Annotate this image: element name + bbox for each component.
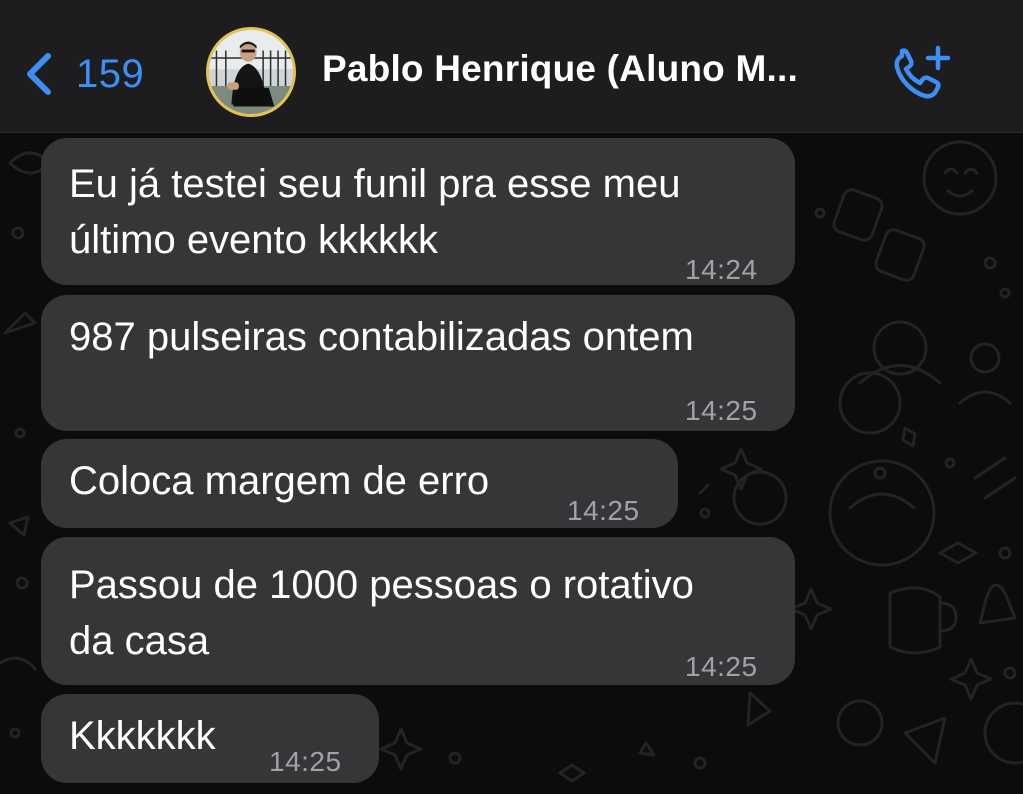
avatar-photo <box>209 30 293 114</box>
chat-area[interactable]: Eu já testei seu funil pra esse meu últi… <box>0 133 1023 794</box>
message-timestamp: 14:24 <box>685 254 758 285</box>
message-bubble[interactable]: Coloca margem de erro 14:25 <box>41 439 678 528</box>
message-bubble[interactable]: Passou de 1000 pessoas o rotativo da cas… <box>41 537 795 685</box>
contact-name[interactable]: Pablo Henrique (Aluno M... <box>322 48 798 90</box>
message-bubble[interactable]: Eu já testei seu funil pra esse meu últi… <box>41 138 795 285</box>
message-text: Passou de 1000 pessoas o rotativo da cas… <box>69 563 694 663</box>
message-bubble[interactable]: Kkkkkkk 14:25 <box>41 694 379 783</box>
chevron-left-icon <box>27 53 51 95</box>
message-text: Kkkkkkk <box>69 714 216 758</box>
message-text: 987 pulseiras contabilizadas ontem <box>69 315 694 359</box>
back-button[interactable]: 159 <box>18 44 144 104</box>
phone-add-icon <box>894 45 951 99</box>
message-timestamp: 14:25 <box>269 746 342 777</box>
avatar[interactable] <box>206 27 296 117</box>
message-bubble[interactable]: 987 pulseiras contabilizadas ontem 14:25 <box>41 295 795 431</box>
message-timestamp: 14:25 <box>685 651 758 682</box>
message-timestamp: 14:25 <box>685 395 758 426</box>
message-timestamp: 14:25 <box>567 495 640 526</box>
unread-count: 159 <box>76 51 145 96</box>
add-call-button[interactable] <box>888 42 958 106</box>
message-text: Coloca margem de erro <box>69 459 490 503</box>
message-text: Eu já testei seu funil pra esse meu últi… <box>69 162 681 262</box>
chat-header: 159 Pablo Henrique (Aluno M... <box>0 0 1023 133</box>
